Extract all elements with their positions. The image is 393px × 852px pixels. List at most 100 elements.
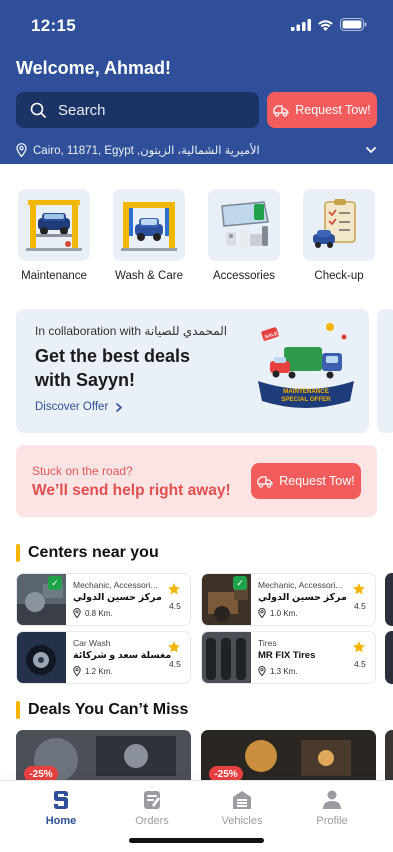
chevron-right-icon (116, 402, 123, 412)
tab-home[interactable]: Home (21, 789, 101, 827)
wifi-icon (318, 19, 333, 31)
category-label: Maintenance (21, 270, 87, 282)
category-label: Wash & Care (115, 270, 183, 282)
search-input[interactable]: Search (16, 92, 259, 128)
category-accessories[interactable]: Accessories (206, 189, 282, 282)
center-card[interactable]: ✓ Mechanic, Accessori... مركز حسين الدول… (16, 573, 191, 626)
accessories-icon (221, 201, 269, 248)
center-rating: 4.5 (354, 601, 366, 611)
roadside-help-card: Stuck on the road? We’ll send help right… (16, 445, 377, 517)
request-tow-label: Request Tow! (295, 103, 371, 117)
promo-collaboration: In collaboration with المحمدي للصيانة (35, 324, 227, 338)
car-wash-icon (121, 202, 177, 251)
center-card[interactable]: Tires MR FIX Tires 1.3 Km. 4.5 (201, 631, 376, 684)
app-header: 12:15 Welcome, Ahmad! Search Request Tow… (0, 0, 393, 164)
search-icon (30, 102, 46, 118)
status-icons (291, 18, 367, 31)
centers-section-title: Centers near you (28, 544, 159, 561)
category-tile (18, 189, 90, 261)
center-name: MR FIX Tires (258, 650, 316, 661)
verified-badge-icon: ✓ (233, 576, 247, 590)
center-distance-value: 1.0 Km. (270, 608, 298, 618)
deal-card[interactable]: -25% (201, 730, 376, 786)
battery-icon (340, 18, 367, 31)
discover-offer-label: Discover Offer (35, 401, 109, 413)
maintenance-offer-illustration: SALE MAINTENANCE SPECIAL OFFER (258, 323, 354, 408)
request-tow-button[interactable]: Request Tow! (251, 463, 361, 499)
help-title: We’ll send help right away! (32, 482, 231, 499)
promo-banner[interactable]: In collaboration with المحمدي للصيانة Ge… (16, 309, 369, 433)
section-accent-bar (16, 544, 20, 562)
location-pin-icon (16, 143, 27, 157)
section-accent-bar (16, 701, 20, 719)
category-checkup[interactable]: Check-up (301, 189, 377, 282)
garage-icon (233, 791, 251, 809)
deals-section-title: Deals You Can’t Miss (28, 701, 189, 718)
tab-label: Vehicles (221, 815, 263, 827)
centers-section-header: Centers near you (16, 544, 159, 562)
center-category: Car Wash (73, 638, 111, 648)
center-distance: 1.2 Km. (73, 666, 113, 676)
star-icon (168, 641, 180, 653)
category-maintenance[interactable]: Maintenance (16, 189, 92, 282)
center-distance-value: 0.8 Km. (85, 608, 113, 618)
center-photo (202, 632, 251, 683)
location-pin-icon (73, 608, 81, 618)
tab-label: Home (45, 815, 77, 827)
center-distance-value: 1.3 Km. (270, 666, 298, 676)
tab-vehicles[interactable]: Vehicles (202, 789, 282, 827)
tab-label: Orders (135, 815, 169, 827)
signal-icon (291, 18, 311, 31)
center-category: Tires (258, 638, 277, 648)
ribbon-line1: MAINTENANCE (283, 388, 329, 395)
next-center-peek[interactable] (385, 631, 393, 684)
center-rating: 4.5 (169, 601, 181, 611)
help-question: Stuck on the road? (32, 464, 133, 478)
ribbon-line2: SPECIAL OFFER (281, 396, 331, 403)
category-wash-care[interactable]: Wash & Care (111, 189, 187, 282)
category-tile (113, 189, 185, 261)
promo-collab-prefix: In collaboration with (35, 324, 142, 338)
verified-badge-icon: ✓ (48, 576, 62, 590)
star-icon (353, 641, 365, 653)
center-name: مركز حسين الدولي (258, 592, 347, 603)
center-name: مركز حسين الدولي (73, 592, 162, 603)
request-tow-button[interactable]: Request Tow! (267, 92, 377, 128)
search-placeholder: Search (58, 101, 106, 119)
welcome-title: Welcome, Ahmad! (16, 58, 172, 78)
location-pin-icon (258, 608, 266, 618)
location-selector[interactable]: Cairo, 11871, Egypt ,الأميرية الشمالية، … (16, 142, 377, 158)
next-deal-peek[interactable] (385, 730, 393, 786)
chevron-down-icon (366, 147, 376, 153)
category-tile (208, 189, 280, 261)
location-pin-icon (258, 666, 266, 676)
request-tow-label: Request Tow! (279, 474, 355, 488)
center-rating: 4.5 (354, 659, 366, 669)
category-list: Maintenance Wash & Care Accessories Chec… (16, 189, 377, 282)
center-distance-value: 1.2 Km. (85, 666, 113, 676)
discover-offer-link[interactable]: Discover Offer (35, 401, 123, 413)
promo-title-line2: with Sayyn! (35, 370, 136, 390)
next-center-peek[interactable] (385, 573, 393, 626)
center-card[interactable]: ✓ Mechanic, Accessori... مركز حسين الدول… (201, 573, 376, 626)
home-icon (54, 791, 68, 809)
location-text: Cairo, 11871, Egypt ,الأميرية الشمالية، … (33, 145, 260, 157)
home-indicator (129, 838, 264, 843)
star-icon (353, 583, 365, 595)
tab-label: Profile (316, 815, 348, 827)
orders-icon (144, 791, 160, 809)
tab-profile[interactable]: Profile (292, 789, 372, 827)
tab-orders[interactable]: Orders (112, 789, 192, 827)
star-icon (168, 583, 180, 595)
car-lift-icon (26, 200, 82, 251)
status-time: 12:15 (31, 16, 76, 35)
checklist-icon (313, 199, 356, 248)
next-promo-peek[interactable] (377, 309, 393, 433)
center-distance: 1.3 Km. (258, 666, 298, 676)
promo-collab-partner: المحمدي للصيانة (144, 324, 228, 338)
tow-truck-icon (257, 475, 273, 488)
center-rating: 4.5 (169, 659, 181, 669)
center-photo (17, 632, 66, 683)
center-card[interactable]: Car Wash مغسلة سعد و شركائة 1.2 Km. 4.5 (16, 631, 191, 684)
deal-card[interactable]: -25% (16, 730, 191, 786)
